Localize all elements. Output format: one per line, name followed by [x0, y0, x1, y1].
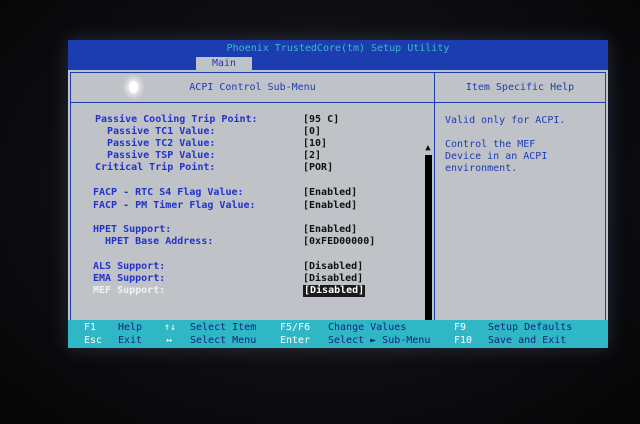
- key-f9-desc: Setup Defaults: [488, 322, 573, 333]
- setting-label: HPET Base Address:: [105, 236, 214, 247]
- setting-passive-tc1[interactable]: Passive TC1 Value: [0]: [71, 126, 421, 138]
- key-updown-desc: Select Item: [190, 322, 257, 333]
- key-f5f6-desc: Change Values: [328, 322, 407, 333]
- key-f10-desc: Save and Exit: [488, 335, 567, 346]
- setting-value[interactable]: [10]: [303, 138, 327, 150]
- setting-value[interactable]: [2]: [303, 150, 321, 162]
- scroll-up-icon[interactable]: ▲: [423, 143, 433, 153]
- setting-facp-rtc-s4[interactable]: FACP - RTC S4 Flag Value: [Enabled]: [71, 187, 421, 199]
- panel-title: ACPI Control Sub-Menu: [71, 73, 435, 103]
- key-f9: F9: [454, 322, 467, 333]
- setting-value[interactable]: [0]: [303, 126, 321, 138]
- setting-als-support[interactable]: ALS Support: [Disabled]: [71, 261, 421, 273]
- help-title: Item Specific Help: [435, 73, 605, 103]
- setting-value[interactable]: [Enabled]: [303, 200, 357, 212]
- setting-label: Critical Trip Point:: [95, 162, 216, 173]
- setting-label: Passive TSP Value:: [107, 150, 216, 161]
- setting-label: MEF Support:: [93, 285, 166, 296]
- help-text-line1: Valid only for ACPI.: [445, 115, 566, 126]
- setting-label: Passive Cooling Trip Point:: [95, 114, 258, 125]
- key-f1: F1: [84, 322, 97, 333]
- key-f5f6: F5/F6: [280, 322, 311, 333]
- setting-value[interactable]: [0xFED00000]: [303, 236, 375, 248]
- setting-label: EMA Support:: [93, 273, 166, 284]
- key-f10: F10: [454, 335, 473, 346]
- setting-passive-cooling-trip-point[interactable]: Passive Cooling Trip Point: [95 C]: [71, 114, 421, 126]
- setting-value[interactable]: [Enabled]: [303, 187, 357, 199]
- key-updown: ↑↓: [164, 322, 177, 333]
- key-esc-desc: Exit: [118, 335, 143, 346]
- content-frame: ACPI Control Sub-Menu Item Specific Help…: [70, 72, 606, 342]
- setting-value[interactable]: [Disabled]: [303, 261, 363, 273]
- help-text-description: Control the MEF Device in an ACPI enviro…: [445, 139, 548, 174]
- key-leftright-desc: Select Menu: [190, 335, 257, 346]
- key-leftright: ↔: [166, 335, 173, 346]
- setting-value[interactable]: [Disabled]: [303, 285, 366, 297]
- setting-label: Passive TC1 Value:: [107, 126, 216, 137]
- setting-ema-support[interactable]: EMA Support: [Disabled]: [71, 273, 421, 285]
- setting-label: FACP - RTC S4 Flag Value:: [93, 187, 244, 198]
- tab-bar: Main: [68, 57, 608, 70]
- setting-value[interactable]: [95 C]: [303, 114, 339, 126]
- setting-value[interactable]: [POR]: [303, 162, 333, 174]
- key-enter-desc: Select ► Sub-Menu: [328, 335, 431, 346]
- setting-label: ALS Support:: [93, 261, 166, 272]
- setting-passive-tc2[interactable]: Passive TC2 Value: [10]: [71, 138, 421, 150]
- key-f1-desc: Help: [118, 322, 143, 333]
- app-title: Phoenix TrustedCore(tm) Setup Utility: [68, 40, 608, 57]
- scrollbar[interactable]: [425, 155, 432, 331]
- screen-glare: [129, 81, 138, 93]
- settings-list: Passive Cooling Trip Point: [95 C] Passi…: [71, 103, 435, 341]
- setting-mef-support[interactable]: MEF Support: [Disabled]: [71, 285, 421, 297]
- setting-hpet-base-address[interactable]: HPET Base Address: [0xFED00000]: [71, 236, 421, 248]
- setting-label: FACP - PM Timer Flag Value:: [93, 200, 256, 211]
- key-esc: Esc: [84, 335, 103, 346]
- tab-main[interactable]: Main: [196, 57, 252, 70]
- setting-facp-pm-timer[interactable]: FACP - PM Timer Flag Value: [Enabled]: [71, 200, 421, 212]
- setting-value[interactable]: [Enabled]: [303, 224, 357, 236]
- key-enter: Enter: [280, 335, 311, 346]
- setting-passive-tsp[interactable]: Passive TSP Value: [2]: [71, 150, 421, 162]
- setting-label: HPET Support:: [93, 224, 172, 235]
- bios-screen: Phoenix TrustedCore(tm) Setup Utility Ma…: [68, 40, 608, 348]
- setting-label: Passive TC2 Value:: [107, 138, 216, 149]
- setting-hpet-support[interactable]: HPET Support: [Enabled]: [71, 224, 421, 236]
- setting-value[interactable]: [Disabled]: [303, 273, 363, 285]
- help-panel: Valid only for ACPI. Control the MEF Dev…: [435, 103, 605, 341]
- setting-critical-trip-point[interactable]: Critical Trip Point: [POR]: [71, 162, 421, 174]
- key-legend: F1 Help ↑↓ Select Item F5/F6 Change Valu…: [68, 320, 608, 348]
